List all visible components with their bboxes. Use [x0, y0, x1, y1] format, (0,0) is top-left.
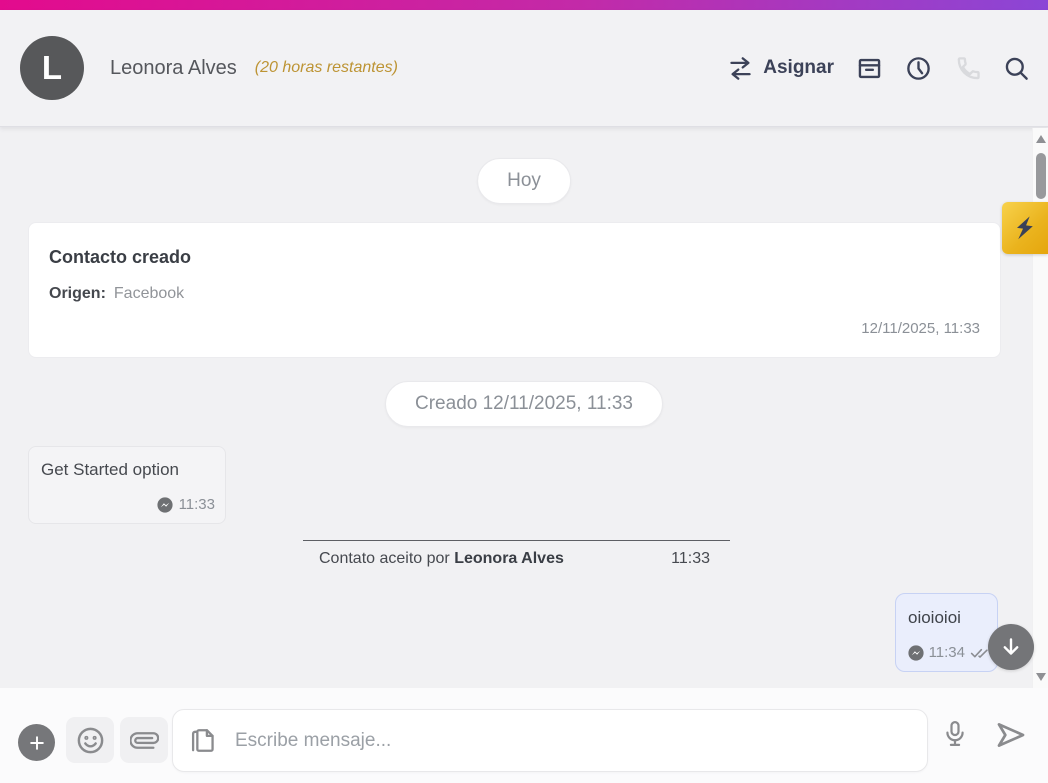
- log-card-origin: Origen: Facebook: [49, 285, 184, 303]
- incoming-message-bubble[interactable]: Get Started option 11:33: [28, 446, 226, 524]
- brand-gradient-bar: [0, 0, 1048, 10]
- accepted-event-prefix: Contato aceito por: [319, 550, 450, 567]
- quick-actions-button[interactable]: [1002, 202, 1048, 254]
- log-card-title: Contacto creado: [49, 247, 192, 267]
- outgoing-message-time: 11:34: [928, 644, 965, 661]
- call-button[interactable]: [954, 55, 981, 82]
- voice-message-button[interactable]: [941, 715, 969, 755]
- message-list: Hoy Contacto creado Origen: Facebook 12/1…: [0, 128, 1048, 688]
- log-card-timestamp: 12/11/2025, 11:33: [861, 320, 980, 337]
- day-separator: Hoy: [477, 158, 571, 204]
- phone-icon: [957, 56, 980, 79]
- transfer-icon: [730, 56, 751, 80]
- accepted-event: Contato aceito por Leonora Alves 11:33: [303, 540, 730, 568]
- header-actions: Asignar: [727, 55, 1030, 82]
- incoming-message-meta: 11:33: [156, 496, 215, 513]
- outgoing-message-meta: 11:34: [907, 644, 989, 661]
- message-composer: [0, 688, 1048, 783]
- search-icon: [1005, 57, 1028, 80]
- lightning-icon: [1017, 216, 1033, 240]
- assign-button[interactable]: Asignar: [727, 55, 834, 82]
- scroll-to-bottom-button[interactable]: [988, 624, 1034, 670]
- archive-icon: [858, 58, 881, 78]
- arrow-down-icon: [1003, 638, 1019, 655]
- search-button[interactable]: [1003, 55, 1030, 82]
- microphone-icon: [946, 721, 964, 747]
- templates-icon[interactable]: [189, 726, 218, 755]
- message-input[interactable]: [233, 728, 911, 753]
- archive-button[interactable]: [856, 55, 883, 82]
- plus-icon: [29, 735, 44, 750]
- messenger-icon: [907, 644, 924, 661]
- accepted-event-time: 11:33: [671, 550, 710, 567]
- send-button[interactable]: [988, 715, 1034, 755]
- accepted-event-text: Contato aceito por Leonora Alves: [319, 550, 564, 568]
- incoming-message-time: 11:33: [178, 496, 215, 513]
- chat-window: L Leonora Alves (20 horas restantes) Asi…: [0, 0, 1048, 783]
- time-remaining-label: (20 horas restantes): [254, 59, 398, 76]
- avatar[interactable]: L: [20, 36, 84, 100]
- smiley-icon: [77, 727, 103, 753]
- message-input-container: [172, 709, 928, 772]
- contact-created-card: Contacto creado Origen: Facebook 12/11/20…: [28, 222, 1001, 358]
- schedule-button[interactable]: [905, 55, 932, 82]
- assign-label: Asignar: [763, 57, 834, 78]
- scrollbar-up-arrow[interactable]: [1036, 135, 1046, 143]
- contact-name: Leonora Alves: [110, 56, 237, 79]
- double-check-icon: [970, 648, 988, 658]
- scrollbar-thumb[interactable]: [1036, 153, 1046, 199]
- origin-label: Origen:: [49, 285, 106, 302]
- incoming-message-text: Get Started option: [41, 460, 179, 479]
- accepted-event-agent: Leonora Alves: [454, 550, 564, 567]
- scrollbar-down-arrow[interactable]: [1036, 673, 1046, 681]
- attach-button[interactable]: [120, 717, 168, 763]
- emoji-button[interactable]: [66, 717, 114, 763]
- origin-value: Facebook: [113, 285, 185, 302]
- paperclip-icon: [129, 731, 159, 749]
- clock-icon: [907, 56, 930, 80]
- outgoing-message-text: oioioioi: [908, 608, 961, 627]
- send-icon: [997, 723, 1025, 747]
- messenger-icon: [156, 496, 173, 513]
- conversation-header: L Leonora Alves (20 horas restantes) Asi…: [0, 10, 1048, 127]
- outgoing-message-bubble[interactable]: oioioioi 11:34: [895, 593, 998, 672]
- add-button[interactable]: [18, 724, 55, 761]
- created-separator: Creado 12/11/2025, 11:33: [385, 381, 663, 427]
